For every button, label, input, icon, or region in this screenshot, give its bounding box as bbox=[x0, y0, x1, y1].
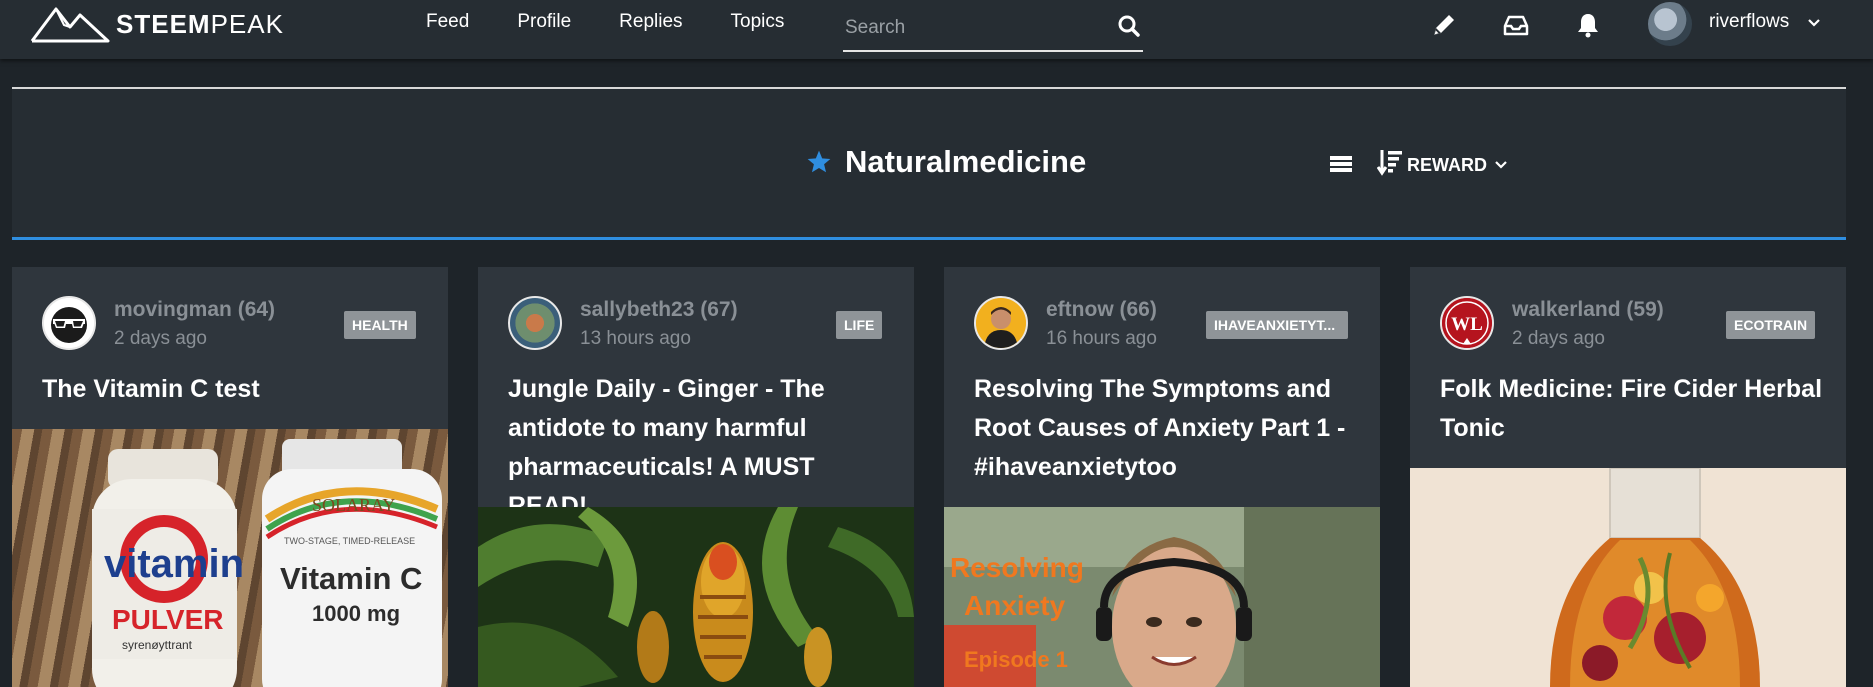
author-avatar[interactable] bbox=[974, 296, 1028, 350]
post-thumbnail[interactable]: vitamin PULVER syrenøyttrant SOLARAY TWO… bbox=[12, 429, 448, 687]
author-name[interactable]: eftnow (66) bbox=[1046, 298, 1157, 322]
username[interactable]: riverflows bbox=[1709, 11, 1789, 33]
search-box bbox=[843, 4, 1143, 52]
post-card[interactable]: movingman (64) 2 days ago HEALTH The Vit… bbox=[12, 267, 448, 687]
svg-text:TWO-STAGE, TIMED-RELEASE: TWO-STAGE, TIMED-RELEASE bbox=[284, 536, 415, 546]
post-title[interactable]: Resolving The Symptoms and Root Causes o… bbox=[974, 370, 1364, 487]
sort-icon[interactable] bbox=[1377, 148, 1403, 176]
post-time: 16 hours ago bbox=[1046, 328, 1157, 349]
svg-text:SOLARAY: SOLARAY bbox=[312, 495, 395, 515]
author-avatar[interactable]: WL bbox=[1440, 296, 1494, 350]
nav-topics[interactable]: Topics bbox=[731, 11, 785, 33]
post-card[interactable]: sallybeth23 (67) 13 hours ago LIFE Jungl… bbox=[478, 267, 914, 687]
chevron-down-icon[interactable] bbox=[1494, 158, 1508, 172]
svg-text:Resolving: Resolving bbox=[950, 552, 1084, 583]
tag-badge[interactable]: HEALTH bbox=[344, 311, 416, 339]
author-avatar[interactable] bbox=[42, 296, 96, 350]
svg-text:1000 mg: 1000 mg bbox=[312, 601, 400, 626]
fire-cider-jar-image bbox=[1410, 468, 1846, 687]
post-time: 2 days ago bbox=[114, 328, 207, 349]
author-name[interactable]: sallybeth23 (67) bbox=[580, 298, 738, 322]
video-thumbnail-image: Resolving Anxiety Episode 1 bbox=[944, 507, 1380, 687]
post-thumbnail[interactable] bbox=[478, 507, 914, 687]
top-navigation-bar: STEEMPEAK Feed Profile Replies Topics ri… bbox=[0, 0, 1873, 59]
nav-profile[interactable]: Profile bbox=[517, 11, 571, 33]
vitamin-bottles-image: vitamin PULVER syrenøyttrant SOLARAY TWO… bbox=[92, 439, 442, 687]
post-card[interactable]: eftnow (66) 16 hours ago IHAVEANXIETYT..… bbox=[944, 267, 1380, 687]
svg-text:WL: WL bbox=[1451, 314, 1483, 335]
search-input[interactable] bbox=[843, 12, 1097, 44]
svg-text:Episode 1: Episode 1 bbox=[964, 647, 1068, 672]
svg-text:PULVER: PULVER bbox=[112, 604, 224, 635]
bell-icon[interactable] bbox=[1574, 11, 1602, 39]
post-title[interactable]: The Vitamin C test bbox=[42, 370, 432, 409]
svg-text:syrenøyttrant: syrenøyttrant bbox=[122, 638, 193, 652]
nav-feed[interactable]: Feed bbox=[426, 11, 469, 33]
tag-badge[interactable]: LIFE bbox=[836, 311, 883, 339]
svg-text:Anxiety: Anxiety bbox=[964, 590, 1066, 621]
author-name[interactable]: walkerland (59) bbox=[1512, 298, 1664, 322]
sort-dropdown-label[interactable]: REWARD bbox=[1407, 155, 1487, 176]
chevron-down-icon[interactable] bbox=[1807, 16, 1821, 30]
post-title[interactable]: Folk Medicine: Fire Cider Herbal Tonic bbox=[1440, 370, 1830, 448]
community-header: Naturalmedicine REWARD bbox=[12, 87, 1846, 240]
man-avatar-icon bbox=[976, 298, 1026, 348]
mountain-logo-icon bbox=[30, 7, 110, 43]
post-thumbnail[interactable]: Resolving Anxiety Episode 1 bbox=[944, 507, 1380, 687]
author-avatar[interactable] bbox=[508, 296, 562, 350]
steempeak-logo[interactable]: STEEMPEAK bbox=[30, 4, 284, 44]
post-time: 2 days ago bbox=[1512, 328, 1605, 349]
main-nav: Feed Profile Replies Topics bbox=[426, 11, 832, 33]
list-view-icon[interactable] bbox=[1329, 153, 1353, 175]
page-title: Naturalmedicine bbox=[845, 144, 1087, 179]
post-thumbnail[interactable] bbox=[1410, 468, 1846, 687]
svg-text:vitamin: vitamin bbox=[104, 542, 244, 586]
inbox-icon[interactable] bbox=[1502, 11, 1530, 39]
tag-badge[interactable]: IHAVEANXIETYT... bbox=[1206, 311, 1348, 339]
post-card[interactable]: WL walkerland (59) 2 days ago ECOTRAIN F… bbox=[1410, 267, 1846, 687]
pencil-icon[interactable] bbox=[1430, 11, 1458, 39]
author-name[interactable]: movingman (64) bbox=[114, 298, 275, 322]
post-title[interactable]: Jungle Daily - Ginger - The antidote to … bbox=[508, 370, 898, 526]
star-icon[interactable] bbox=[806, 149, 832, 175]
nav-replies[interactable]: Replies bbox=[619, 11, 682, 33]
svg-text:Vitamin C: Vitamin C bbox=[280, 561, 422, 596]
logo-text: STEEMPEAK bbox=[116, 8, 284, 39]
wl-logo-avatar-icon: WL bbox=[1442, 298, 1492, 348]
post-time: 13 hours ago bbox=[580, 328, 691, 349]
sunglasses-avatar-icon bbox=[44, 298, 94, 348]
user-avatar[interactable] bbox=[1648, 2, 1692, 46]
tag-badge[interactable]: ECOTRAIN bbox=[1726, 311, 1816, 339]
search-icon[interactable] bbox=[1117, 14, 1141, 38]
ginger-plant-image bbox=[478, 507, 914, 687]
